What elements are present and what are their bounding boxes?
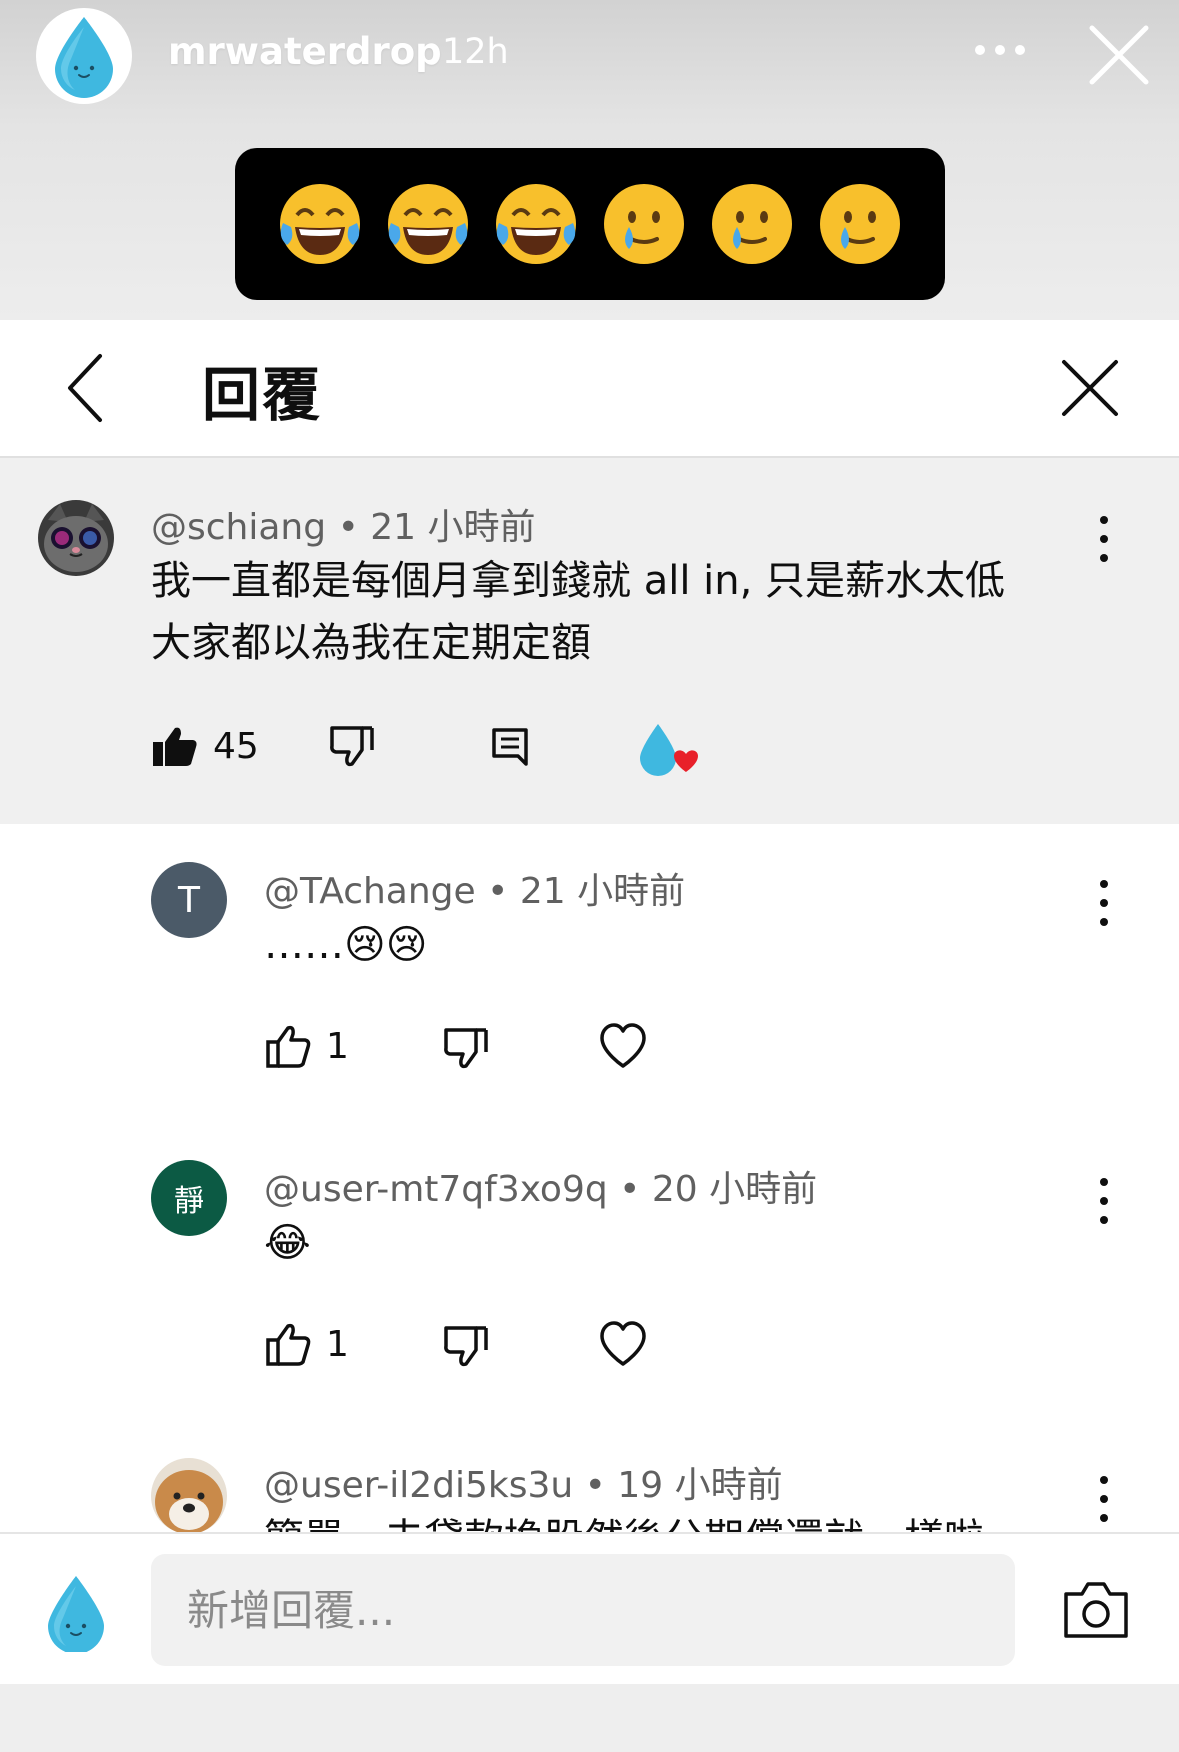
- heart-icon[interactable]: [598, 1320, 648, 1368]
- smiling-face-with-tear-emoji-icon: [712, 184, 792, 264]
- thumbs-up-icon: [266, 1025, 311, 1068]
- avatar-letter: 靜: [174, 1184, 204, 1219]
- close-icon[interactable]: [1086, 22, 1152, 88]
- meta-separator: •: [337, 507, 371, 548]
- comment-author[interactable]: @schiang: [151, 507, 326, 548]
- tears-of-joy-emoji-icon: [280, 184, 360, 264]
- dislike-icon[interactable]: [442, 1024, 490, 1072]
- avatar[interactable]: T: [151, 862, 227, 938]
- reply-text: 😂: [264, 1220, 311, 1266]
- reply-timestamp: 20 小時前: [651, 1169, 818, 1210]
- reply-meta: @TAchange • 21 小時前: [264, 862, 685, 914]
- reply-composer: [0, 1532, 1179, 1686]
- reply-meta: @user-il2di5ks3u • 19 小時前: [264, 1456, 783, 1508]
- meta-separator: •: [487, 871, 520, 912]
- dislike-icon[interactable]: [328, 722, 376, 770]
- more-options-icon[interactable]: [972, 30, 1028, 70]
- reply-author[interactable]: @user-mt7qf3xo9q: [264, 1169, 608, 1210]
- tears-of-joy-emoji-icon: [496, 184, 576, 264]
- story-avatar[interactable]: [36, 8, 132, 104]
- comment-timestamp: 21 小時前: [370, 507, 536, 548]
- creator-heart-icon[interactable]: [634, 720, 702, 780]
- thumbs-up-filled-icon: [153, 727, 197, 766]
- waterdrop-logo-icon: [55, 17, 113, 98]
- comment-text-line-1: 我一直都是每個月拿到錢就 all in, 只是薪水太低: [151, 558, 1006, 604]
- bottom-bar: [0, 1684, 1179, 1752]
- thumbs-up-icon: [266, 1323, 311, 1366]
- reply-more-icon[interactable]: [1092, 1176, 1116, 1226]
- like-button[interactable]: 45: [151, 722, 259, 770]
- avatar[interactable]: [151, 1458, 227, 1532]
- reply-input[interactable]: [151, 1554, 1015, 1666]
- comment-meta: @schiang • 21 小時前: [151, 498, 536, 550]
- reply-meta: @user-mt7qf3xo9q • 20 小時前: [264, 1160, 817, 1212]
- meta-separator: •: [619, 1169, 652, 1210]
- replies-list: T @TAchange • 21 小時前 ……😢😢 1 靜 @user-mt7q…: [0, 824, 1179, 1532]
- story-timestamp: 12h: [442, 32, 509, 72]
- avatar[interactable]: [38, 500, 114, 576]
- reply-text: ……😢😢: [264, 922, 428, 968]
- replies-panel-header: 回覆: [0, 320, 1179, 458]
- meta-separator: •: [584, 1465, 618, 1506]
- reply-comment-icon[interactable]: [488, 724, 534, 770]
- reply-timestamp: 21 小時前: [519, 871, 686, 912]
- reply-timestamp: 19 小時前: [617, 1465, 783, 1506]
- heart-icon[interactable]: [598, 1022, 648, 1070]
- reply-text: 簡單，去貸款換股然後分期償還就一樣啦: [264, 1508, 984, 1532]
- cat-avatar-icon: [38, 500, 114, 576]
- smiling-face-with-tear-emoji-icon: [820, 184, 900, 264]
- comment-text-line-2: 大家都以為我在定期定額: [151, 620, 591, 666]
- avatar[interactable]: 靜: [151, 1160, 227, 1236]
- avatar-letter: T: [178, 879, 200, 921]
- tears-of-joy-emoji-icon: [388, 184, 468, 264]
- reply-author[interactable]: @TAchange: [264, 871, 476, 912]
- shiba-dog-avatar-icon: [151, 1458, 227, 1532]
- comment-more-icon[interactable]: [1092, 514, 1116, 564]
- parent-comment: @schiang • 21 小時前 我一直都是每個月拿到錢就 all in, 只…: [0, 458, 1179, 824]
- story-username[interactable]: mrwaterdrop: [168, 30, 442, 73]
- like-count: 45: [213, 725, 259, 767]
- like-count: 1: [326, 1323, 349, 1365]
- like-count: 1: [326, 1025, 349, 1067]
- back-arrow-icon[interactable]: [60, 350, 120, 426]
- camera-icon[interactable]: [1062, 1580, 1130, 1640]
- waterdrop-avatar-icon[interactable]: [36, 1572, 116, 1652]
- reply-more-icon[interactable]: [1092, 878, 1116, 928]
- like-button[interactable]: 1: [264, 1320, 349, 1368]
- story-header: mrwaterdrop 12h: [0, 0, 1179, 320]
- reply-more-icon[interactable]: [1092, 1474, 1116, 1524]
- close-panel-icon[interactable]: [1058, 356, 1122, 420]
- page-title: 回覆: [202, 361, 323, 429]
- reply-author[interactable]: @user-il2di5ks3u: [264, 1465, 573, 1506]
- smiling-face-with-tear-emoji-icon: [604, 184, 684, 264]
- like-button[interactable]: 1: [264, 1022, 349, 1070]
- emoji-banner: [235, 148, 945, 300]
- dislike-icon[interactable]: [442, 1322, 490, 1370]
